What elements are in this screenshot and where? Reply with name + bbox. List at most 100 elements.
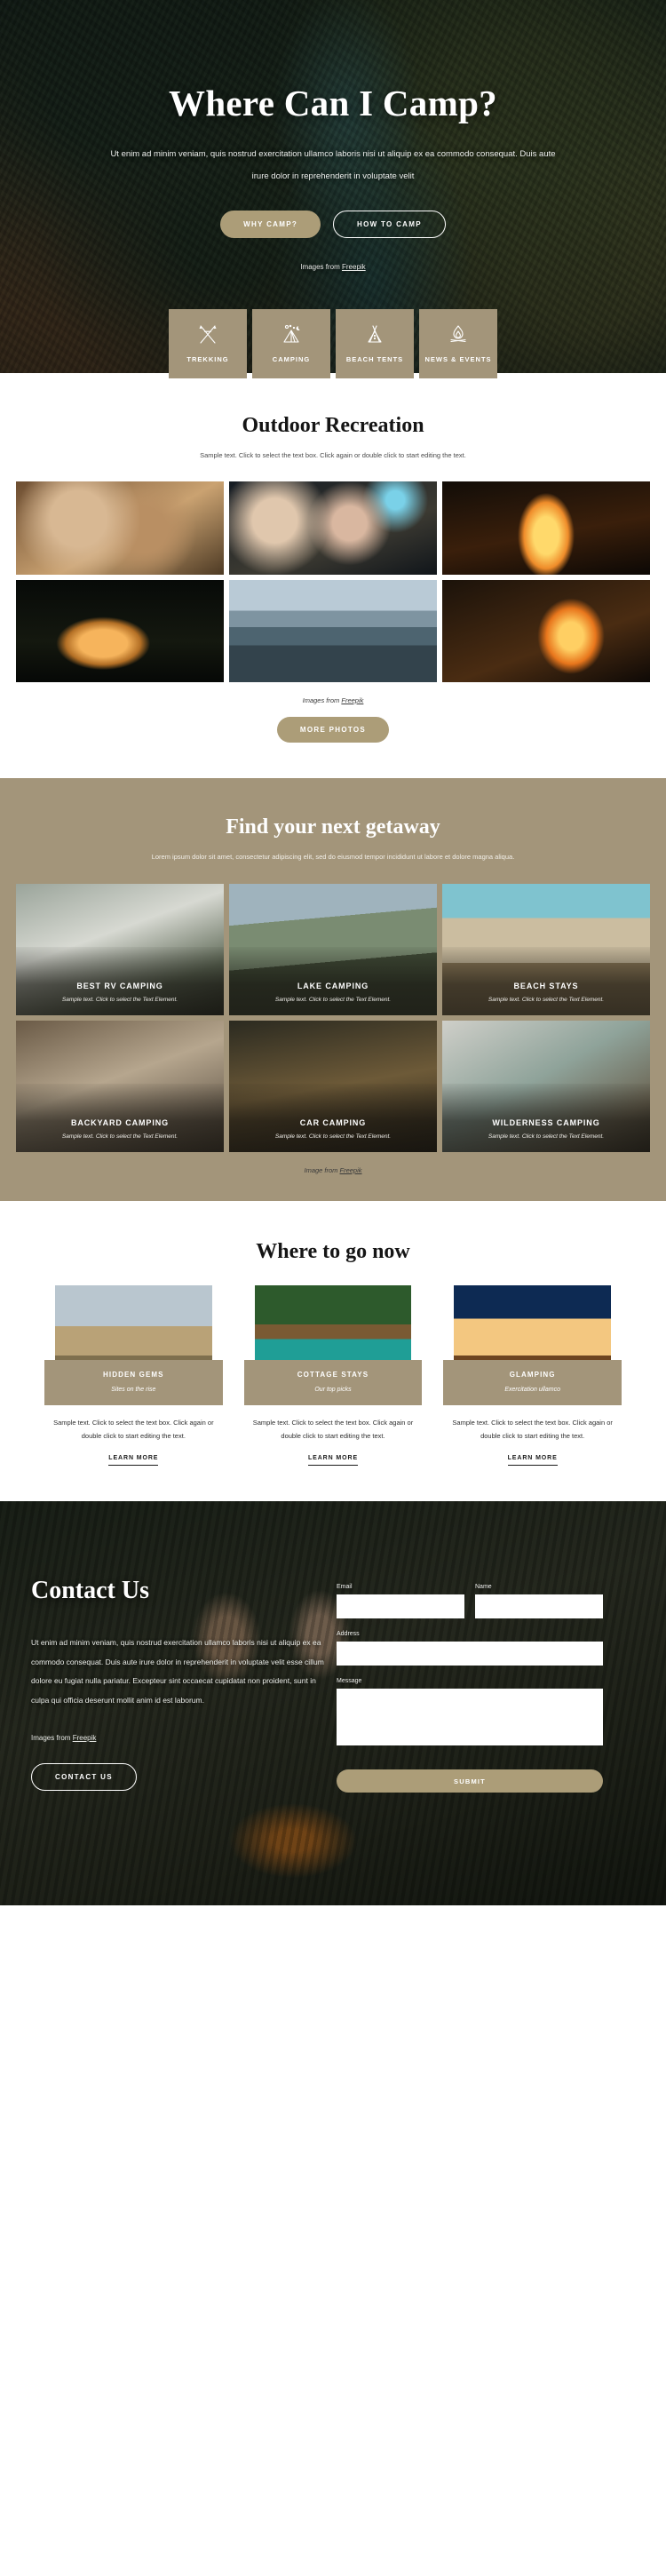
where-to-go-card: GLAMPING Exercitation ullamco Sample tex…	[443, 1285, 622, 1466]
learn-more-link[interactable]: LEARN MORE	[108, 1455, 159, 1466]
hero-title: Where Can I Camp?	[169, 83, 497, 123]
card-title: BACKYARD CAMPING	[70, 1118, 170, 1127]
credit-link[interactable]: Freepik	[340, 1166, 362, 1174]
couple-string-lights-photo[interactable]	[229, 481, 437, 575]
getaway-subtitle: Lorem ipsum dolor sit amet, consectetur …	[151, 852, 515, 861]
name-field[interactable]	[475, 1594, 603, 1618]
getaway-card[interactable]: BEACH STAYS Sample text. Click to select…	[442, 884, 650, 1015]
address-field[interactable]	[337, 1642, 603, 1666]
contact-button-wrap: CONTACT US	[31, 1762, 324, 1791]
hero-credit-link[interactable]: Freepik	[342, 263, 366, 271]
plaque-title: COTTAGE STAYS	[297, 1371, 369, 1379]
credit-link[interactable]: Freepik	[341, 696, 363, 704]
message-field-group: Message	[337, 1678, 603, 1750]
email-field[interactable]	[337, 1594, 464, 1618]
credit-prefix: Images from	[302, 696, 342, 704]
tile-camping[interactable]: CAMPING	[252, 309, 330, 378]
how-to-camp-button[interactable]: HOW TO CAMP	[333, 211, 446, 239]
contact-section: Contact Us Ut enim ad minim veniam, quis…	[0, 1501, 666, 1905]
lit-tent-night-photo[interactable]	[16, 579, 224, 682]
card-text: LAKE CAMPING Sample text. Click to selec…	[229, 982, 437, 1003]
recreation-photo-grid	[16, 481, 650, 682]
getaway-card[interactable]: BEST RV CAMPING Sample text. Click to se…	[16, 884, 224, 1015]
plaque-subtitle: Our top picks	[314, 1387, 352, 1393]
name-label: Name	[475, 1584, 492, 1590]
getaway-section: Find your next getaway Lorem ipsum dolor…	[0, 777, 666, 1201]
getaway-card[interactable]: WILDERNESS CAMPING Sample text. Click to…	[442, 1021, 650, 1152]
address-field-group: Address	[337, 1631, 603, 1666]
landing-page: Where Can I Camp? Ut enim ad minim venia…	[0, 0, 666, 1905]
credit-link[interactable]: Freepik	[73, 1734, 97, 1742]
where-to-go-card: COTTAGE STAYS Our top picks Sample text.…	[243, 1285, 423, 1466]
cottage-stays-plaque[interactable]: COTTAGE STAYS Our top picks	[243, 1360, 423, 1405]
tile-trekking[interactable]: TREKKING	[169, 309, 247, 378]
plaque-subtitle: Sites on the rise	[111, 1387, 156, 1393]
card-subtitle: Sample text. Click to select the Text El…	[61, 1133, 178, 1140]
card-text: BACKYARD CAMPING Sample text. Click to s…	[16, 1118, 224, 1140]
name-field-group: Name	[475, 1584, 603, 1618]
more-photos-button[interactable]: MORE PHOTOS	[276, 716, 390, 743]
couple-bonfire-photo[interactable]	[442, 579, 650, 682]
card-title: CAR CAMPING	[299, 1118, 367, 1127]
card-text: WILDERNESS CAMPING Sample text. Click to…	[442, 1118, 650, 1140]
card-subtitle: Sample text. Click to select the Text El…	[61, 997, 178, 1003]
address-label: Address	[337, 1631, 360, 1637]
card-text: BEACH STAYS Sample text. Click to select…	[442, 982, 650, 1003]
credit-prefix: Image from	[304, 1166, 340, 1174]
card-text: CAR CAMPING Sample text. Click to select…	[229, 1118, 437, 1140]
form-row-email-name: Email Name	[337, 1584, 603, 1618]
plaque-title: GLAMPING	[509, 1371, 556, 1379]
crossed-poles-icon	[196, 323, 219, 346]
getaway-image-credit: Image from Freepik	[0, 1166, 666, 1174]
getaway-card[interactable]: LAKE CAMPING Sample text. Click to selec…	[229, 884, 437, 1015]
submit-button[interactable]: SUBMIT	[337, 1769, 603, 1793]
recreation-subtitle: Sample text. Click to select the text bo…	[200, 451, 466, 459]
card-description: Sample text. Click to select the text bo…	[53, 1419, 214, 1440]
tile-label: BEACH TENTS	[345, 354, 404, 363]
tile-beach-tents[interactable]: BEACH TENTS	[336, 309, 414, 378]
hidden-gems-plaque[interactable]: HIDDEN GEMS Sites on the rise	[44, 1360, 223, 1405]
card-title: WILDERNESS CAMPING	[492, 1118, 600, 1127]
contact-form: Email Name Address Message SUBMIT	[337, 1577, 603, 1793]
credit-prefix: Images from	[31, 1733, 73, 1742]
where-to-go-section: Where to go now HIDDEN GEMS Sites on the…	[0, 1201, 666, 1501]
tile-label: CAMPING	[272, 354, 311, 363]
where-to-go-grid: HIDDEN GEMS Sites on the rise Sample tex…	[44, 1285, 622, 1466]
getaway-card-grid: BEST RV CAMPING Sample text. Click to se…	[16, 884, 650, 1152]
campfire-icon	[447, 323, 470, 346]
glamping-plaque[interactable]: GLAMPING Exercitation ullamco	[443, 1360, 622, 1405]
card-title: BEST RV CAMPING	[76, 982, 163, 990]
recreation-image-credit: Images from Freepik	[0, 696, 666, 704]
hero-content: Where Can I Camp? Ut enim ad minim venia…	[0, 0, 666, 239]
card-title: LAKE CAMPING	[297, 982, 369, 990]
contact-us-button[interactable]: CONTACT US	[31, 1762, 137, 1791]
where-to-go-title: Where to go now	[256, 1240, 410, 1263]
tile-news-events[interactable]: NEWS & EVENTS	[419, 309, 497, 378]
card-text: BEST RV CAMPING Sample text. Click to se…	[16, 982, 224, 1003]
friends-cooking-photo[interactable]	[16, 481, 224, 575]
where-to-go-card: HIDDEN GEMS Sites on the rise Sample tex…	[44, 1285, 223, 1466]
learn-more-link[interactable]: LEARN MORE	[307, 1455, 359, 1466]
learn-more-link[interactable]: LEARN MORE	[507, 1455, 558, 1466]
getaway-card[interactable]: BACKYARD CAMPING Sample text. Click to s…	[16, 1021, 224, 1152]
contact-left-column: Contact Us Ut enim ad minim veniam, quis…	[31, 1577, 324, 1793]
why-camp-button[interactable]: WHY CAMP?	[220, 211, 321, 239]
card-title: BEACH STAYS	[513, 982, 579, 990]
card-subtitle: Sample text. Click to select the Text El…	[488, 997, 605, 1003]
plaque-subtitle: Exercitation ullamco	[504, 1387, 560, 1393]
card-description: Sample text. Click to select the text bo…	[452, 1419, 613, 1440]
mountain-river-photo[interactable]	[229, 579, 437, 682]
page-title: Outdoor Recreation	[242, 414, 424, 437]
teepee-icon	[363, 323, 386, 346]
hero-credit-prefix: Images from	[300, 263, 342, 272]
hero-subtitle: Ut enim ad minim veniam, quis nostrud ex…	[110, 149, 556, 181]
message-field[interactable]	[337, 1689, 603, 1745]
category-tiles: TREKKING CAMPING BEACH TENTS NEWS & EVEN…	[0, 309, 666, 378]
card-subtitle: Sample text. Click to select the Text El…	[274, 997, 392, 1003]
campfire-flames-photo[interactable]	[442, 481, 650, 575]
getaway-card[interactable]: CAR CAMPING Sample text. Click to select…	[229, 1021, 437, 1152]
hero-button-group: WHY CAMP? HOW TO CAMP	[0, 211, 666, 239]
tile-label: NEWS & EVENTS	[424, 354, 492, 363]
card-subtitle: Sample text. Click to select the Text El…	[488, 1133, 605, 1140]
outdoor-recreation-section: Outdoor Recreation Sample text. Click to…	[0, 378, 666, 743]
